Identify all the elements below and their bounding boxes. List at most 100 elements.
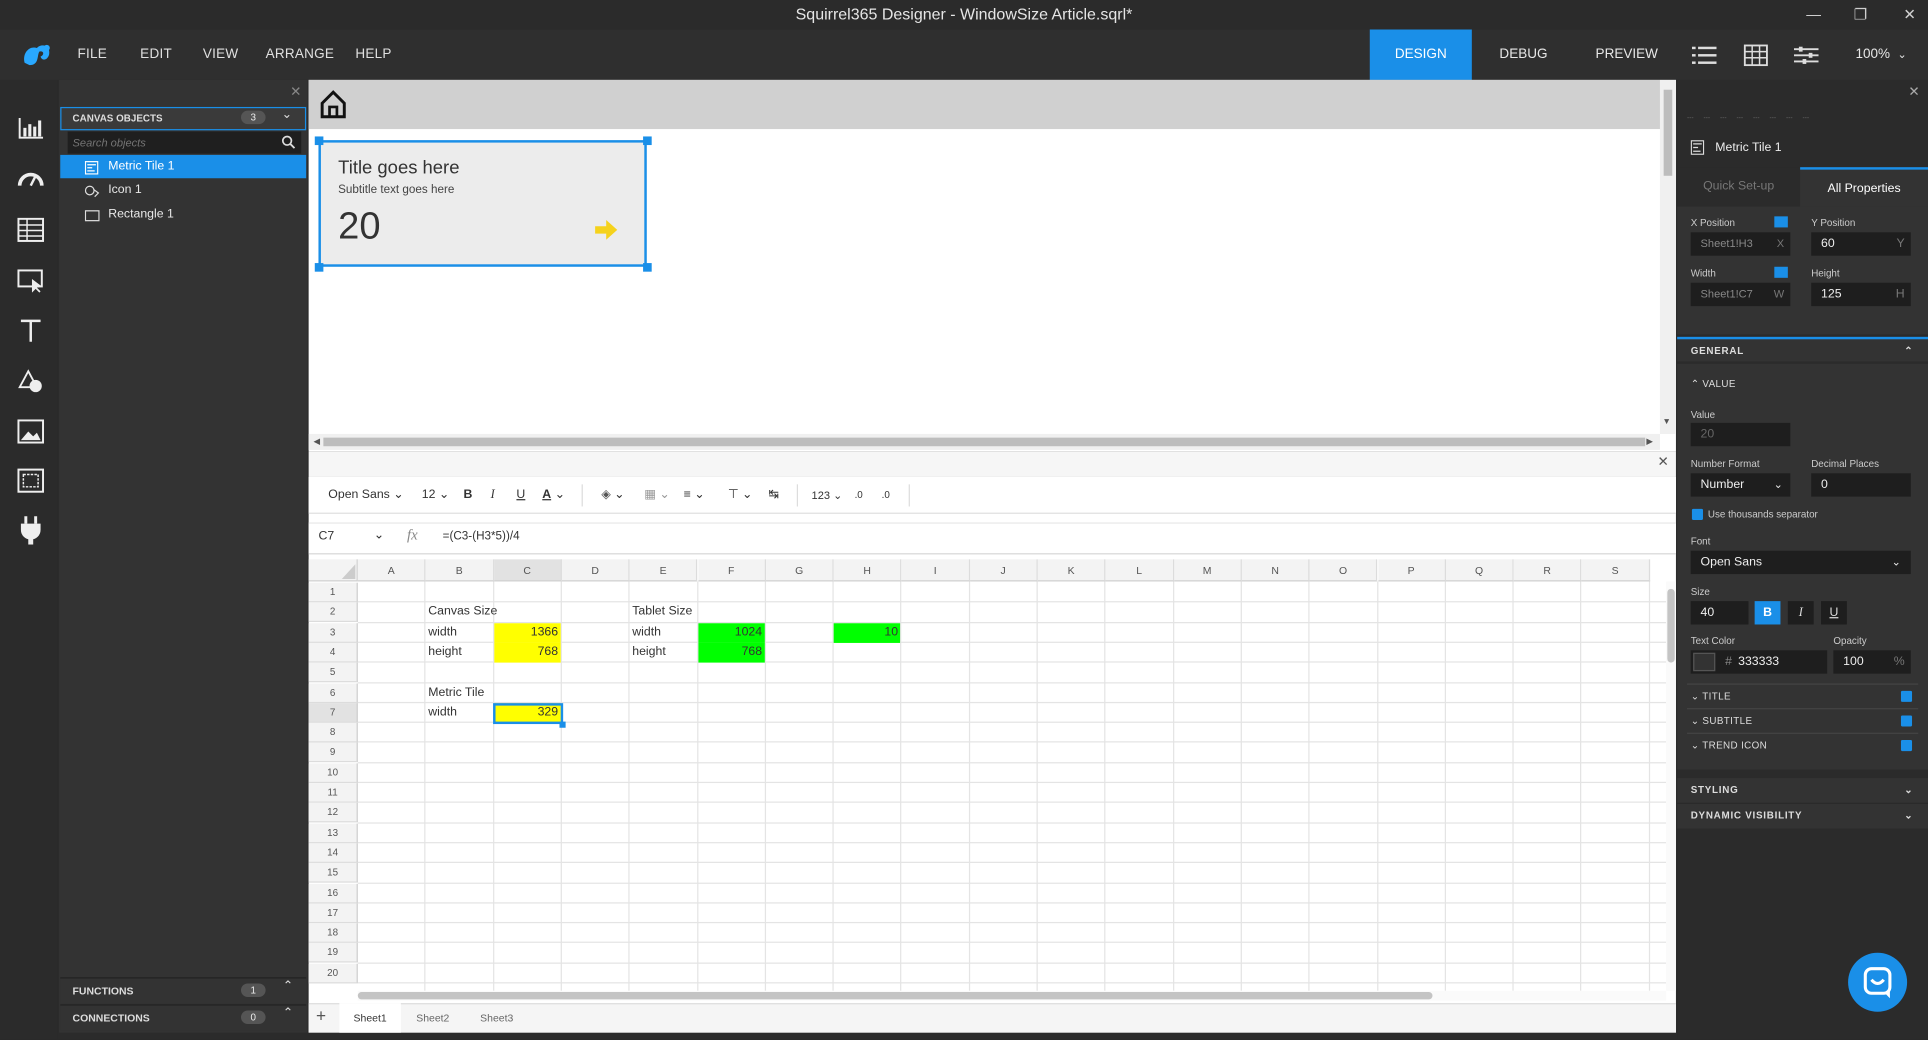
column-header[interactable]: R: [1513, 559, 1582, 582]
shapes-icon[interactable]: [15, 365, 47, 397]
column-header[interactable]: A: [357, 559, 426, 582]
menu-arrange[interactable]: ARRANGE: [266, 30, 335, 80]
title-subsection[interactable]: ⌄ TITLE: [1691, 688, 1731, 705]
row-header[interactable]: 7: [308, 702, 358, 723]
text-color-input[interactable]: #333333: [1690, 650, 1828, 674]
row-header[interactable]: 19: [308, 943, 358, 964]
menu-file[interactable]: FILE: [77, 30, 107, 80]
x-position-input[interactable]: Sheet1!H3 X: [1690, 232, 1791, 256]
chevron-up-icon[interactable]: ⌃: [283, 980, 293, 994]
sheet-tab-1[interactable]: Sheet1: [339, 1003, 401, 1033]
column-header[interactable]: L: [1105, 559, 1174, 582]
height-input[interactable]: 125 H: [1811, 282, 1911, 307]
row-header[interactable]: 10: [308, 763, 358, 783]
cell-h3[interactable]: 10: [833, 622, 901, 643]
decrease-decimal-icon[interactable]: .0: [882, 487, 890, 504]
column-header[interactable]: F: [697, 559, 766, 582]
sheet-vertical-scrollbar[interactable]: [1666, 581, 1676, 991]
decimal-places-input[interactable]: 0: [1811, 473, 1911, 497]
row-header[interactable]: 9: [308, 742, 358, 763]
menu-help[interactable]: HELP: [355, 30, 391, 80]
align-icon[interactable]: ≡ ⌄: [684, 487, 705, 504]
italic-button[interactable]: I: [491, 487, 495, 504]
row-header[interactable]: 17: [308, 903, 358, 923]
row-header[interactable]: 18: [308, 923, 358, 943]
cell-reference[interactable]: C7: [318, 530, 334, 544]
metric-tile[interactable]: Title goes here Subtitle text goes here …: [318, 140, 647, 267]
y-position-input[interactable]: 60 Y: [1811, 232, 1911, 256]
column-header[interactable]: G: [765, 559, 834, 582]
design-mode-button[interactable]: DESIGN: [1369, 29, 1472, 80]
preview-mode-button[interactable]: PREVIEW: [1575, 30, 1678, 80]
formula-input[interactable]: =(C3-(H3*5))/4: [443, 530, 520, 544]
close-sheet-icon[interactable]: ✕: [1658, 454, 1669, 470]
resize-handle[interactable]: [314, 263, 324, 272]
width-input[interactable]: Sheet1!C7 W: [1690, 282, 1791, 307]
canvas-vertical-scrollbar[interactable]: [1659, 79, 1676, 434]
close-properties-icon[interactable]: ✕: [1908, 84, 1919, 100]
increase-decimal-icon[interactable]: .0: [855, 487, 863, 504]
list-view-icon[interactable]: [1680, 30, 1729, 80]
cell-f3[interactable]: 1024: [697, 622, 765, 643]
properties-sliders-icon[interactable]: [1782, 30, 1831, 80]
row-header[interactable]: 14: [308, 843, 358, 863]
home-icon[interactable]: [320, 90, 347, 123]
debug-mode-button[interactable]: DEBUG: [1472, 30, 1575, 80]
cell-c3[interactable]: 1366: [493, 622, 561, 643]
cell-c4[interactable]: 768: [493, 642, 561, 663]
underline-button[interactable]: U: [516, 487, 525, 504]
row-header[interactable]: 4: [308, 642, 358, 663]
trend-icon-checkbox[interactable]: [1900, 740, 1913, 752]
row-header[interactable]: 11: [308, 783, 358, 803]
chevron-down-icon[interactable]: ⌄: [374, 529, 384, 543]
thousands-checkbox[interactable]: [1691, 508, 1703, 520]
column-header[interactable]: E: [629, 559, 698, 582]
column-header[interactable]: M: [1173, 559, 1242, 582]
canvas-objects-header[interactable]: CANVAS OBJECTS: [60, 106, 307, 131]
fill-handle[interactable]: [559, 721, 566, 728]
restore-icon[interactable]: ❐: [1832, 0, 1889, 30]
menu-view[interactable]: VIEW: [203, 30, 239, 80]
functions-section[interactable]: FUNCTIONS: [60, 977, 307, 1004]
row-header[interactable]: 3: [308, 622, 358, 643]
number-format-select[interactable]: 123 ⌄: [812, 487, 843, 504]
wrap-text-icon[interactable]: ↹: [769, 487, 779, 504]
opacity-input[interactable]: 100%: [1833, 650, 1911, 674]
general-section-header[interactable]: GENERAL ⌃: [1677, 336, 1928, 362]
title-checkbox[interactable]: [1900, 690, 1913, 702]
cell-b2[interactable]: Canvas Size: [426, 603, 497, 623]
trend-icon-subsection[interactable]: ⌄ TREND ICON: [1691, 738, 1767, 755]
subtitle-checkbox[interactable]: [1900, 715, 1913, 727]
add-sheet-icon[interactable]: +: [316, 1006, 326, 1026]
column-header[interactable]: J: [969, 559, 1038, 582]
search-objects-input[interactable]: [67, 131, 302, 154]
subtitle-subsection[interactable]: ⌄ SUBTITLE: [1691, 713, 1753, 730]
sheet-tab-2[interactable]: Sheet2: [402, 1003, 463, 1033]
canvas-horizontal-scrollbar[interactable]: [308, 433, 1660, 450]
row-header[interactable]: 16: [308, 883, 358, 903]
styling-section-header[interactable]: STYLING ⌄: [1677, 778, 1928, 803]
color-swatch[interactable]: [1693, 652, 1716, 672]
row-header[interactable]: 5: [308, 662, 358, 683]
column-header[interactable]: S: [1581, 559, 1650, 582]
gauge-icon[interactable]: [15, 162, 47, 194]
tab-all-properties[interactable]: All Properties: [1800, 167, 1928, 207]
row-header[interactable]: 8: [308, 722, 358, 743]
cell-f4[interactable]: 768: [697, 642, 765, 663]
resize-handle[interactable]: [643, 136, 652, 146]
italic-toggle[interactable]: I: [1787, 601, 1814, 625]
tab-quick-setup[interactable]: Quick Set-up: [1677, 167, 1801, 207]
scroll-right-arrow-icon[interactable]: ▶: [1646, 436, 1653, 447]
number-format-select[interactable]: Number ⌄: [1690, 473, 1791, 497]
chevron-up-icon[interactable]: ⌃: [283, 1007, 293, 1021]
close-window-icon[interactable]: ✕: [1881, 0, 1928, 30]
column-header[interactable]: D: [561, 559, 630, 582]
cell-link-icon[interactable]: [1774, 216, 1788, 228]
table-icon[interactable]: [15, 214, 47, 246]
cell-e3[interactable]: width: [630, 623, 697, 643]
row-header[interactable]: 6: [308, 682, 358, 703]
value-input[interactable]: 20: [1690, 422, 1791, 447]
cell-b4[interactable]: height: [426, 643, 493, 663]
fill-color-icon[interactable]: ◈ ⌄: [601, 487, 624, 504]
cell-e2[interactable]: Tablet Size: [630, 603, 697, 623]
